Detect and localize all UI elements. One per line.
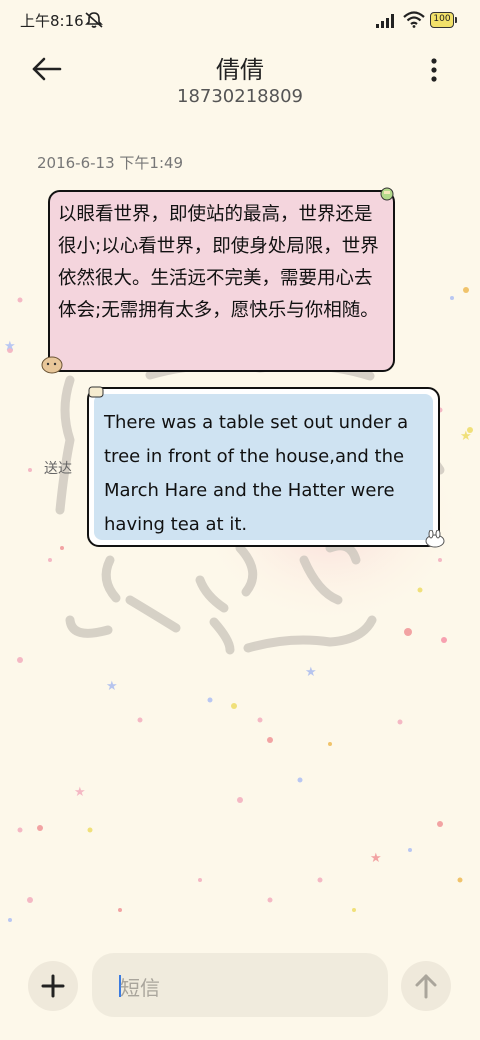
- more-options-icon: [431, 58, 437, 82]
- send-button[interactable]: [401, 961, 451, 1011]
- message-timestamp: 2016-6-13 下午1:49: [37, 154, 184, 172]
- svg-text:★: ★: [4, 339, 16, 354]
- note-sticker-icon: [88, 383, 104, 402]
- send-arrow-icon: [415, 974, 437, 999]
- received-message-text: 以眼看世界，即使站的最高，世界还是很小;以心看世界，即使身处局限，世界依然很大。…: [58, 204, 379, 321]
- wifi-icon: [403, 11, 425, 32]
- contact-name: 倩倩: [216, 56, 264, 84]
- status-bar: 上午8:16 100: [0, 0, 480, 42]
- status-time: 上午8:16: [20, 12, 84, 30]
- sent-message-bubble[interactable]: There was a table set out under a tree i…: [87, 387, 440, 547]
- message-input[interactable]: 短信: [92, 953, 388, 1017]
- received-message-bubble[interactable]: 以眼看世界，即使站的最高，世界还是很小;以心看世界，即使身处局限，世界依然很大。…: [48, 190, 395, 372]
- delivery-status: 送达: [44, 461, 72, 477]
- bunny-sticker-icon: [424, 529, 446, 552]
- pot-sticker-icon: [380, 186, 394, 205]
- bear-sticker-icon: [40, 354, 64, 378]
- contact-phone-number: 18730218809: [177, 86, 303, 107]
- svg-text:★: ★: [460, 429, 472, 444]
- plus-icon: [41, 974, 65, 998]
- svg-text:★: ★: [106, 679, 118, 694]
- svg-text:★: ★: [305, 665, 317, 680]
- sent-message-text: There was a table set out under a tree i…: [104, 412, 409, 535]
- more-options-button[interactable]: [424, 56, 444, 84]
- mute-icon: [84, 11, 104, 33]
- sent-message-body: There was a table set out under a tree i…: [94, 394, 433, 540]
- message-input-placeholder: 短信: [120, 976, 160, 1000]
- svg-text:★: ★: [370, 851, 382, 866]
- battery-icon: 100: [430, 12, 457, 28]
- add-attachment-button[interactable]: [28, 961, 78, 1011]
- signal-icon: [376, 13, 398, 32]
- svg-text:★: ★: [74, 785, 86, 800]
